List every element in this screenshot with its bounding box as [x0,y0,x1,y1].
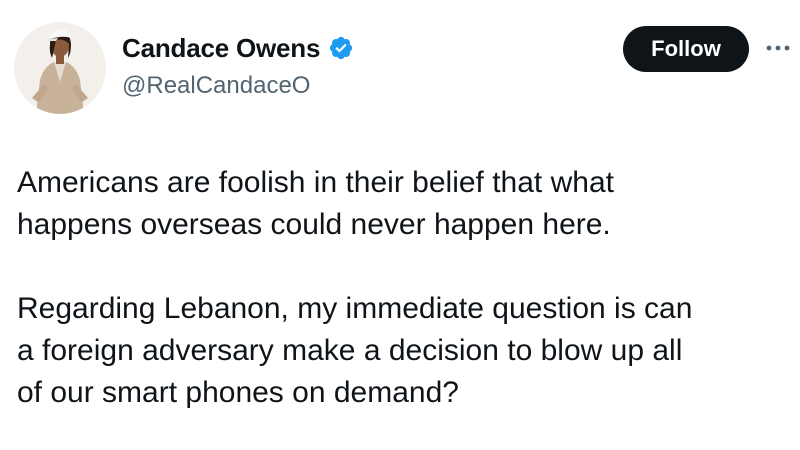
author-display-name[interactable]: Candace Owens [122,33,320,64]
tweet-paragraph: Americans are foolish in their belief th… [17,166,614,241]
author-handle[interactable]: @RealCandaceO [122,72,310,100]
follow-button[interactable]: Follow [623,26,749,72]
tweet-card: Candace Owens @RealCandaceO Follow Ameri… [0,0,800,450]
verified-badge-icon [328,35,354,61]
author-name-row: Candace Owens [122,31,354,65]
tweet-text: Americans are foolish in their belief th… [17,162,787,414]
avatar[interactable] [14,22,106,114]
tweet-paragraph: Regarding Lebanon, my immediate question… [17,292,693,409]
profile-photo [14,22,106,114]
more-horizontal-icon[interactable] [763,38,793,58]
